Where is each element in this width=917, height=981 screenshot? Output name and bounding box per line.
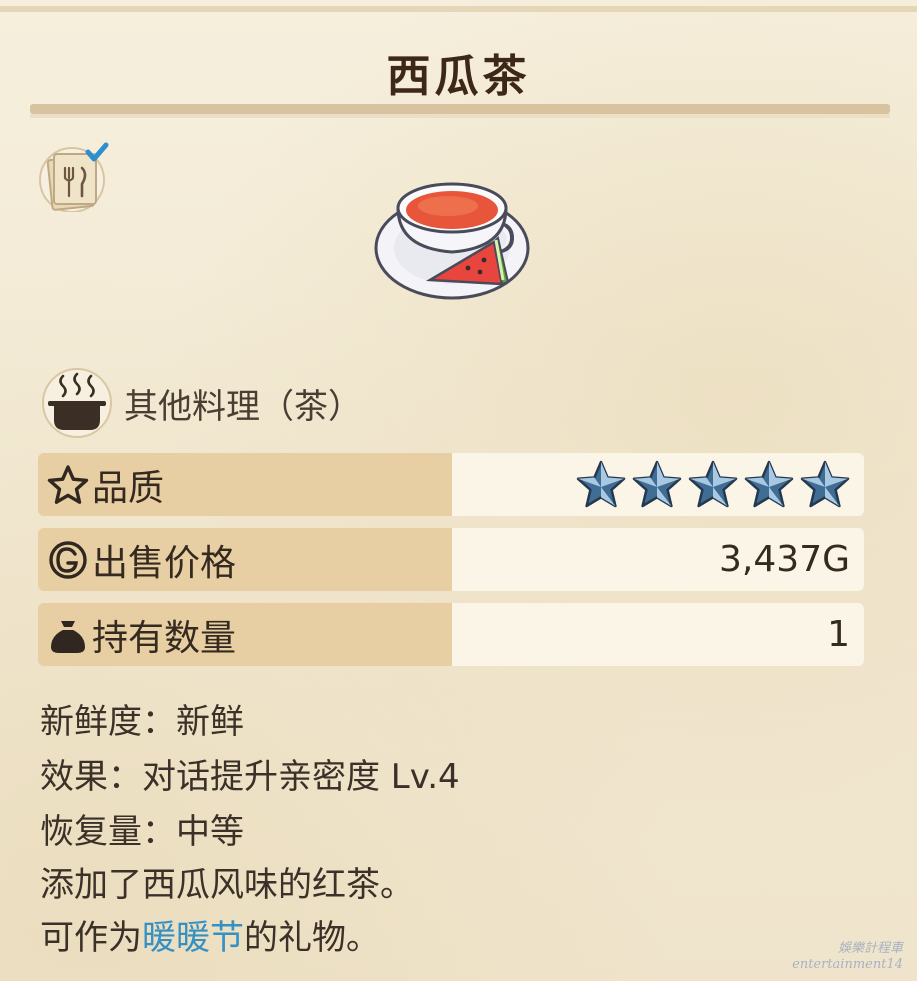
title-divider (30, 104, 890, 118)
cooking-pot-icon (40, 368, 114, 438)
watermark: 娛樂計程車 entertainment14 (792, 941, 903, 973)
blue-star-icon (744, 460, 794, 507)
bag-icon (51, 620, 85, 653)
blue-star-icon (576, 460, 626, 507)
freshness-text: 新鲜度：新鲜 (40, 702, 244, 742)
price-row: 出售价格 3,437G (38, 528, 864, 591)
gift-prefix: 可作为 (40, 918, 142, 958)
watermark-line1: 娛樂計程車 (837, 941, 903, 956)
blue-star-icon (632, 460, 682, 507)
watermark-line2: entertainment14 (792, 957, 903, 972)
owned-value: 1 (827, 614, 850, 655)
quality-stars (572, 459, 852, 511)
gift-suffix: 的礼物。 (244, 918, 380, 958)
quality-label-cell: 品质 (38, 453, 452, 516)
item-title: 西瓜茶 (386, 51, 531, 102)
item-category: 其他料理（茶） (40, 368, 362, 438)
quality-row: 品质 (38, 453, 864, 516)
owned-value-cell: 1 (452, 603, 864, 666)
owned-row: 持有数量 1 (38, 603, 864, 666)
gold-coin-icon (49, 540, 87, 579)
gift-text: 可作为暖暖节的礼物。 (40, 910, 380, 959)
star-outline-icon (47, 464, 89, 504)
quality-value-cell (452, 453, 864, 516)
owned-label: 持有数量 (92, 617, 237, 659)
price-label: 出售价格 (92, 542, 237, 584)
price-value-cell: 3,437G (452, 528, 864, 591)
effect-text: 效果：对话提升亲密度 Lv.4 (40, 757, 460, 797)
price-label-cell: 出售价格 (38, 528, 452, 591)
gift-festival-link[interactable]: 暖暖节 (142, 918, 244, 958)
recovery-text: 恢复量：中等 (40, 812, 244, 852)
description-text: 添加了西瓜风味的红茶。 (40, 865, 414, 905)
menu-recipe-icon[interactable] (36, 140, 112, 213)
category-label: 其他料理（茶） (124, 386, 362, 427)
watermelon-tea-icon (372, 168, 532, 300)
quality-label: 品质 (92, 467, 165, 509)
blue-star-icon (688, 460, 738, 507)
owned-label-cell: 持有数量 (38, 603, 452, 666)
blue-star-icon (800, 460, 850, 507)
top-border (0, 6, 917, 12)
price-value: 3,437G (719, 539, 850, 580)
